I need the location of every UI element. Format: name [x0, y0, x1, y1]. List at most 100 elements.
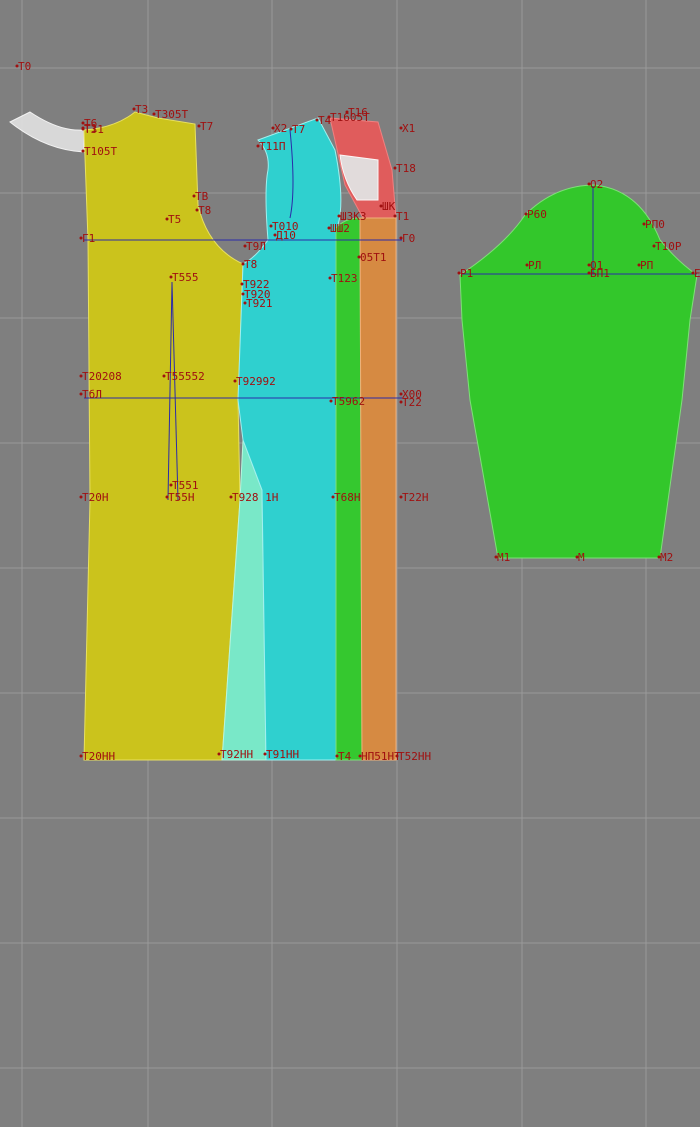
point-label-r1: P1	[460, 267, 473, 280]
point-marker-t9a[interactable]	[243, 244, 247, 248]
point-label-rp0: PП0	[645, 218, 665, 231]
point-marker-e1[interactable]	[691, 271, 695, 275]
point-marker-shk2[interactable]	[327, 226, 331, 230]
point-label-t92hh: T92HH	[220, 748, 253, 761]
point-marker-t921[interactable]	[243, 301, 247, 305]
point-marker-d10[interactable]	[273, 233, 277, 237]
point-label-t552: T55552	[165, 370, 205, 383]
neck-facing-piece[interactable]	[9, 111, 85, 153]
point-marker-t3[interactable]	[132, 107, 136, 111]
point-label-t22: T22	[402, 396, 422, 409]
point-label-t305t: T305T	[155, 108, 188, 121]
point-label-t11: Т1	[396, 210, 409, 223]
back-strip-piece[interactable]	[359, 217, 397, 761]
point-marker-hp51[interactable]	[358, 754, 362, 758]
point-marker-g0[interactable]	[399, 236, 403, 240]
point-marker-t92hh[interactable]	[217, 752, 221, 756]
point-label-t4: T4	[338, 750, 352, 763]
point-marker-t105t[interactable]	[81, 149, 85, 153]
point-marker-g1[interactable]	[79, 236, 83, 240]
point-label-t208: T20208	[82, 370, 122, 383]
point-marker-t91hh[interactable]	[263, 752, 267, 756]
point-marker-t22h[interactable]	[399, 495, 403, 499]
point-marker-t208[interactable]	[79, 374, 83, 378]
point-marker-t68h[interactable]	[331, 495, 335, 499]
point-marker-t4[interactable]	[335, 754, 339, 758]
point-label-t91hh: T91HH	[266, 748, 299, 761]
side-strip-piece[interactable]	[335, 217, 363, 761]
point-marker-shk3[interactable]	[337, 214, 341, 218]
point-label-t92a: T92992	[236, 375, 276, 388]
point-marker-t20h[interactable]	[79, 495, 83, 499]
point-marker-t05t1[interactable]	[357, 255, 361, 259]
point-label-t8b: T8	[244, 258, 257, 271]
point-marker-t552[interactable]	[162, 374, 166, 378]
point-marker-r60[interactable]	[524, 212, 528, 216]
point-label-t05t1: 05T1	[360, 251, 387, 264]
point-label-rl: PЛ	[528, 259, 541, 272]
point-marker-m2[interactable]	[657, 555, 661, 559]
point-marker-t8b[interactable]	[241, 262, 245, 266]
point-label-t7: T7	[200, 120, 213, 133]
pattern-canvas[interactable]: T0T3 T305TT7T31T105TT1T6TBT8T5Г1T555T2020…	[0, 0, 700, 1127]
point-marker-t92h[interactable]	[229, 495, 233, 499]
point-label-t105t: T105T	[84, 145, 117, 158]
point-label-e1: E	[694, 267, 700, 280]
point-label-t1605t: T1605T	[330, 111, 370, 124]
point-label-t962: T5962	[332, 395, 365, 408]
point-marker-t8[interactable]	[195, 208, 199, 212]
point-marker-tb[interactable]	[192, 194, 196, 198]
point-marker-t922[interactable]	[240, 282, 244, 286]
point-label-hp51: HП51HT	[361, 750, 401, 763]
point-marker-t555[interactable]	[169, 275, 173, 279]
point-marker-bp1[interactable]	[587, 271, 591, 275]
point-marker-x2[interactable]	[271, 126, 275, 130]
point-label-m: M	[578, 551, 585, 564]
point-marker-rp0[interactable]	[642, 222, 646, 226]
point-marker-t14[interactable]	[315, 118, 319, 122]
front-panel-piece[interactable]	[83, 111, 244, 761]
point-marker-t22[interactable]	[399, 400, 403, 404]
point-marker-t920[interactable]	[241, 292, 245, 296]
point-marker-t11p[interactable]	[256, 144, 260, 148]
point-marker-t18[interactable]	[393, 166, 397, 170]
point-label-t0: T0	[18, 60, 31, 73]
point-marker-t0b[interactable]	[79, 392, 83, 396]
point-marker-r1[interactable]	[457, 271, 461, 275]
point-label-t555: T555	[172, 271, 199, 284]
point-marker-t962[interactable]	[329, 399, 333, 403]
point-marker-t6[interactable]	[81, 121, 85, 125]
point-marker-shk[interactable]	[379, 204, 383, 208]
point-marker-o2[interactable]	[587, 182, 591, 186]
point-label-t20h: T20H	[82, 491, 109, 504]
point-marker-rl[interactable]	[525, 263, 529, 267]
point-marker-t11[interactable]	[393, 214, 397, 218]
point-label-shk2: ШШ2	[330, 222, 350, 235]
point-marker-t7b[interactable]	[289, 127, 293, 131]
point-label-tb: TB	[195, 190, 209, 203]
point-marker-t52hh[interactable]	[395, 754, 399, 758]
point-marker-t55h[interactable]	[165, 495, 169, 499]
point-label-t10r: T10P	[655, 240, 682, 253]
point-marker-t92a[interactable]	[233, 379, 237, 383]
point-label-m1: M1	[497, 551, 510, 564]
point-marker-rp[interactable]	[637, 263, 641, 267]
point-label-bp1: БП1	[590, 267, 610, 280]
point-marker-t123[interactable]	[328, 276, 332, 280]
point-label-t52hh: T52HH	[398, 750, 431, 763]
point-marker-t1605t[interactable]	[327, 115, 331, 119]
point-marker-x1[interactable]	[399, 126, 403, 130]
point-marker-m1[interactable]	[494, 555, 498, 559]
point-label-t8: T8	[198, 204, 211, 217]
point-marker-t10r[interactable]	[652, 244, 656, 248]
point-marker-t5[interactable]	[165, 217, 169, 221]
point-marker-t20hh[interactable]	[79, 754, 83, 758]
point-label-t921: T921	[246, 297, 273, 310]
point-marker-t305t[interactable]	[152, 112, 156, 116]
point-marker-t551[interactable]	[169, 483, 173, 487]
point-marker-t010[interactable]	[269, 224, 273, 228]
point-marker-m[interactable]	[575, 555, 579, 559]
point-marker-t0[interactable]	[15, 64, 19, 68]
point-label-t11p: T11П	[259, 140, 286, 153]
point-marker-t7[interactable]	[197, 124, 201, 128]
